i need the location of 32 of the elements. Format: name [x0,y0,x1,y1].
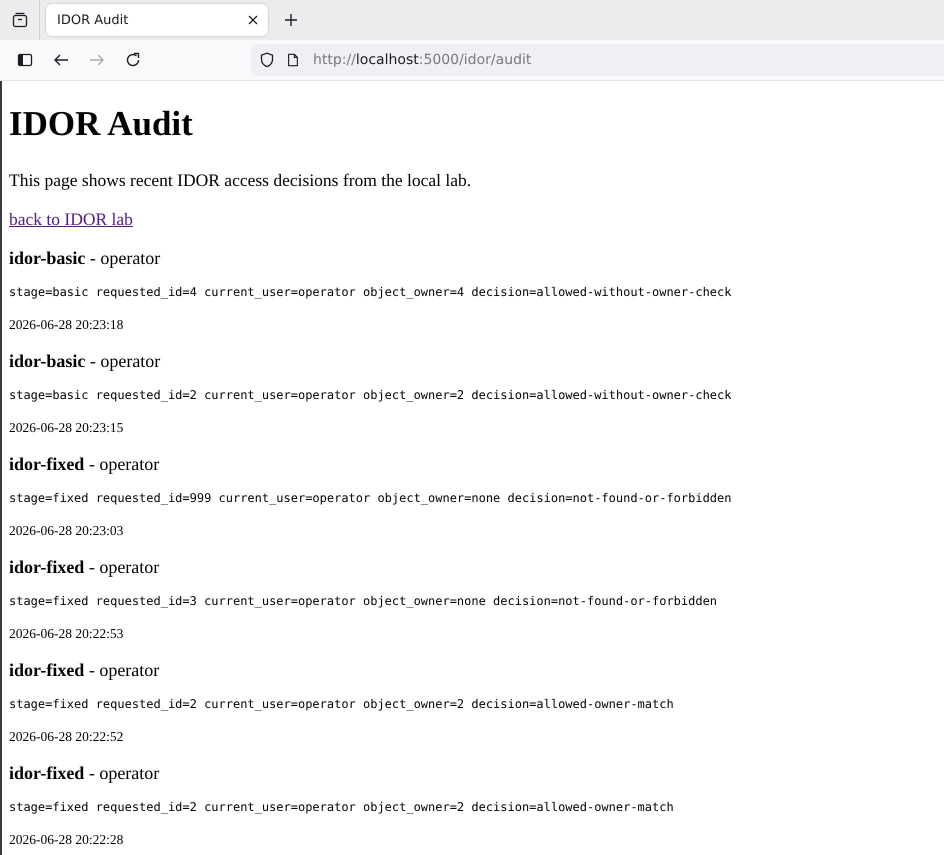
entry-timestamp: 2026-06-28 20:22:52 [9,728,124,746]
reload-icon[interactable] [125,52,141,68]
entry-heading: idor-basic - operator [9,247,162,269]
sidebar-icon[interactable] [17,52,33,68]
new-tab-plus-icon[interactable] [285,14,297,26]
url-text[interactable]: http://localhost:5000/idor/audit [313,52,532,68]
entry-heading: idor-fixed - operator [9,453,160,475]
entry-timestamp: 2026-06-28 20:23:03 [9,522,124,540]
intro-text: This page shows recent IDOR access decisions from the local lab. [9,169,472,191]
address-bar[interactable]: http://localhost:5000/idor/audit [251,44,944,76]
entry-heading: idor-fixed - operator [9,659,160,681]
entry-details: stage=fixed requested_id=3 current_user=operator object_owner=none decision=not-found-or-forbidden [9,593,718,609]
entry-timestamp: 2026-06-28 20:23:18 [9,316,124,334]
browser-tab[interactable]: IDOR Audit [46,4,268,36]
page-title: IDOR Audit [9,104,194,144]
back-link[interactable]: back to IDOR lab [9,209,133,229]
entry-heading: idor-fixed - operator [9,556,160,578]
entry-details: stage=fixed requested_id=2 current_user=operator object_owner=2 decision=allowed-owner-match [9,799,675,815]
entry-details: stage=basic requested_id=2 current_user=operator object_owner=2 decision=allowed-without-owner-check [9,387,732,403]
entry-timestamp: 2026-06-28 20:23:15 [9,419,124,437]
entry-timestamp: 2026-06-28 20:22:53 [9,625,124,643]
close-icon[interactable] [248,15,258,25]
entry-details: stage=basic requested_id=4 current_user=operator object_owner=4 decision=allowed-without-owner-check [9,284,732,300]
tab-overview-icon[interactable] [12,12,28,28]
page-icon [286,52,300,68]
entry-heading: idor-fixed - operator [9,762,160,784]
shield-icon[interactable] [259,52,275,68]
entry-timestamp: 2026-06-28 20:22:28 [9,831,124,849]
entry-heading: idor-basic - operator [9,350,162,372]
entry-details: stage=fixed requested_id=999 current_user=operator object_owner=none decision=not-found-or-forbidden [9,490,732,506]
back-arrow-icon[interactable] [53,52,69,68]
entry-details: stage=fixed requested_id=2 current_user=operator object_owner=2 decision=allowed-owner-match [9,696,675,712]
